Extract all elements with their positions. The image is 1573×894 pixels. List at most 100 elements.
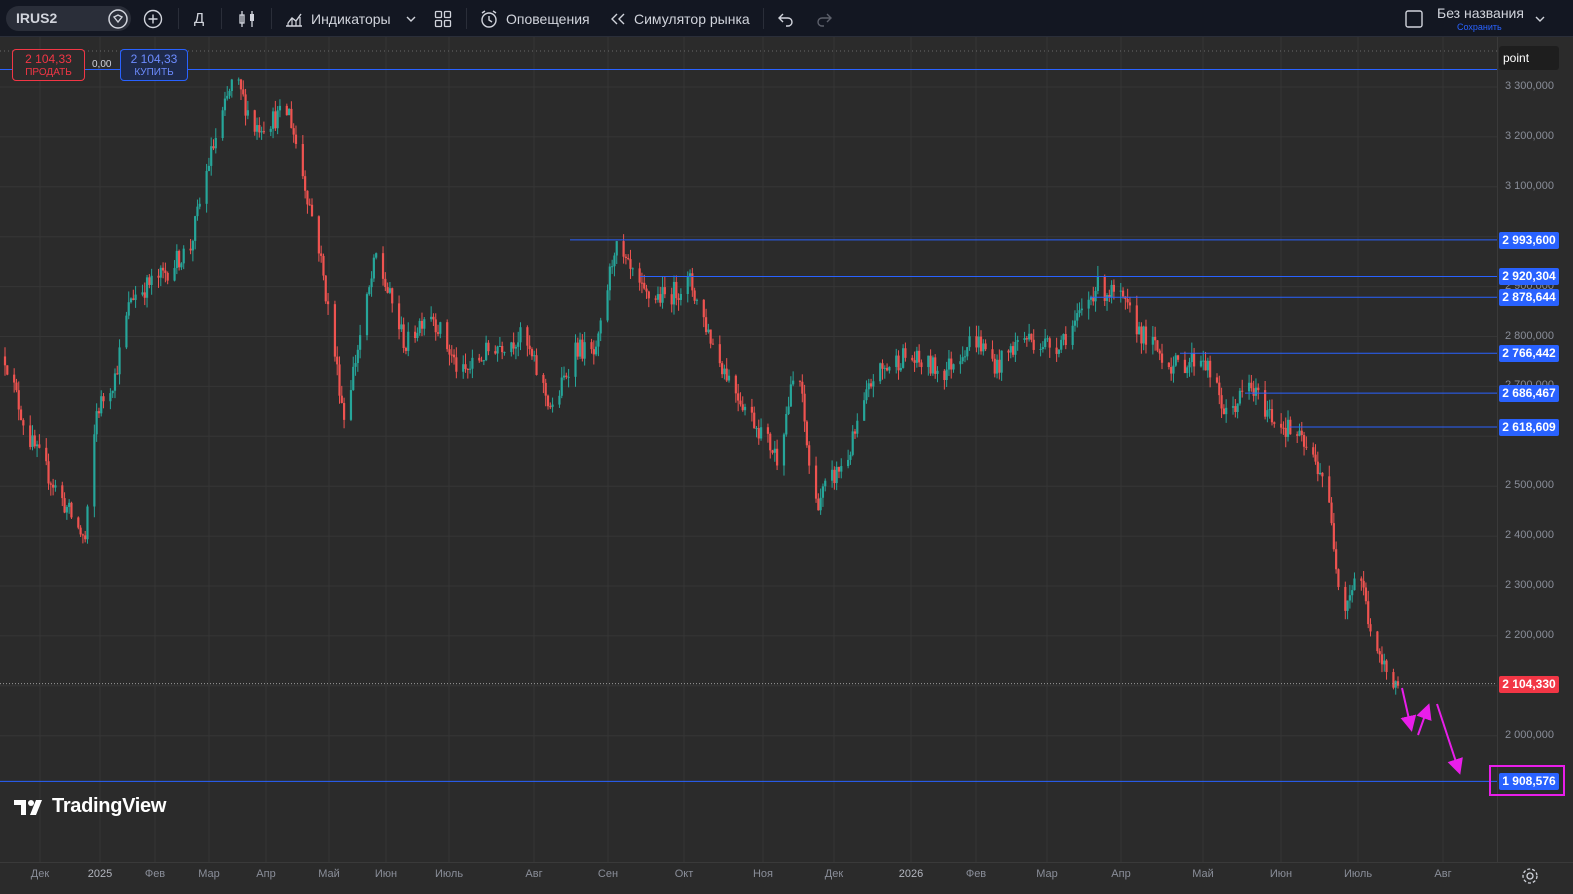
- candle-body: [943, 370, 946, 381]
- candle-body: [255, 125, 259, 132]
- candle-body: [913, 360, 916, 363]
- undo-icon[interactable]: [777, 0, 795, 37]
- scale-unit-field[interactable]: point: [1499, 46, 1559, 70]
- horizontal-level-label[interactable]: 2 920,304: [1499, 268, 1559, 286]
- chart-pane[interactable]: [0, 37, 1497, 862]
- replay-button[interactable]: Симулятор рынка: [609, 0, 750, 37]
- candle-body: [150, 275, 153, 285]
- indicators-button[interactable]: Индикаторы: [284, 0, 391, 37]
- sell-label[interactable]: ПРОДАТЬ: [13, 66, 84, 80]
- current-price-label[interactable]: 2 104,330: [1499, 675, 1559, 693]
- candle-body: [968, 336, 971, 348]
- compare-add-icon[interactable]: [143, 0, 163, 37]
- candle-body: [961, 357, 964, 362]
- candle-body: [785, 413, 788, 435]
- candle-body: [998, 359, 1001, 373]
- candle-body: [1206, 360, 1209, 371]
- buy-price[interactable]: 2 104,33: [121, 52, 187, 66]
- layout-name-button[interactable]: Без названия Сохранить: [1437, 5, 1532, 33]
- candle-body: [1367, 601, 1370, 625]
- candle-body: [1392, 672, 1395, 688]
- candle-body: [182, 248, 185, 264]
- candle-body: [356, 349, 359, 364]
- candle-body: [1346, 600, 1349, 611]
- candle-body: [81, 534, 84, 536]
- sell-button[interactable]: 2 104,33 ПРОДАТЬ: [12, 49, 85, 81]
- candle-body: [1252, 388, 1255, 396]
- interval-button[interactable]: Д: [194, 0, 204, 37]
- candle-body: [349, 390, 353, 420]
- symbol-name[interactable]: IRUS2: [16, 10, 57, 26]
- candle-body: [1238, 390, 1242, 404]
- buy-label[interactable]: КУПИТЬ: [121, 66, 187, 80]
- candle-body: [899, 367, 902, 371]
- candle-body: [1360, 578, 1363, 581]
- candle-body: [402, 324, 405, 349]
- candle-body: [294, 134, 298, 145]
- redo-icon[interactable]: [815, 0, 833, 37]
- horizontal-level-label[interactable]: 2 686,467: [1499, 385, 1559, 403]
- candle-body: [1247, 382, 1251, 392]
- tradingview-watermark[interactable]: TradingView: [14, 795, 166, 818]
- candle-body: [372, 257, 375, 279]
- candle-body: [478, 357, 481, 361]
- layout-name[interactable]: Без названия: [1437, 5, 1532, 21]
- candle-body: [45, 447, 48, 462]
- candle-body: [132, 298, 135, 300]
- scale-unit-label[interactable]: point: [1503, 51, 1529, 65]
- candle-body: [517, 342, 520, 347]
- candle-body: [1337, 569, 1340, 587]
- candle-body: [317, 216, 320, 254]
- forecast-arrow[interactable]: [1436, 703, 1463, 775]
- candle-body: [322, 255, 325, 276]
- forecast-arrow[interactable]: [1416, 703, 1432, 736]
- candle-body: [979, 336, 983, 352]
- candle-body: [771, 450, 774, 453]
- time-axis[interactable]: [0, 862, 1573, 894]
- candle-body: [3, 356, 7, 366]
- forecast-arrow[interactable]: [1400, 687, 1417, 732]
- replay-label[interactable]: Симулятор рынка: [634, 11, 750, 27]
- candle-body: [145, 277, 149, 298]
- symbol-badge-icon[interactable]: [108, 9, 128, 34]
- settings-gear-icon[interactable]: [1521, 867, 1539, 890]
- horizontal-level-label[interactable]: 2 993,600: [1499, 231, 1559, 249]
- candle-body: [354, 363, 357, 367]
- candle-body: [1362, 580, 1365, 588]
- layout-checkbox-icon[interactable]: [1404, 0, 1424, 37]
- templates-grid-icon[interactable]: [433, 0, 453, 37]
- candlestick-chart[interactable]: [0, 37, 1497, 862]
- candle-body: [819, 497, 822, 511]
- horizontal-level-label[interactable]: 2 878,644: [1499, 289, 1559, 307]
- alerts-button[interactable]: Оповещения: [479, 0, 590, 37]
- candle-body: [530, 349, 534, 357]
- candle-body: [320, 253, 323, 256]
- candle-body: [691, 273, 694, 291]
- candle-body: [97, 411, 101, 414]
- horizontal-level-label[interactable]: 2 766,442: [1499, 345, 1559, 363]
- indicators-dropdown-chevron-down-icon[interactable]: [405, 0, 417, 37]
- candle-body: [734, 375, 737, 394]
- interval-label[interactable]: Д: [194, 10, 204, 27]
- alerts-label[interactable]: Оповещения: [506, 11, 590, 27]
- candle-body: [1032, 339, 1035, 350]
- candle-body: [1096, 276, 1099, 291]
- indicators-label[interactable]: Индикаторы: [311, 11, 391, 27]
- candle-body: [462, 364, 465, 372]
- candle-body: [702, 299, 705, 318]
- sell-price[interactable]: 2 104,33: [13, 52, 84, 66]
- candle-body: [111, 390, 114, 394]
- layout-chevron-down-icon[interactable]: [1534, 0, 1546, 37]
- candle-body: [911, 357, 914, 361]
- layout-save-hint[interactable]: Сохранить: [1457, 22, 1532, 32]
- buy-button[interactable]: 2 104,33 КУПИТЬ: [120, 49, 188, 81]
- candle-body: [542, 374, 545, 383]
- chart-type-icon[interactable]: [237, 0, 257, 37]
- candle-body: [638, 268, 641, 283]
- candle-body: [452, 354, 456, 358]
- symbol-search[interactable]: IRUS2: [6, 6, 131, 31]
- candle-body: [920, 362, 923, 368]
- horizontal-level-label[interactable]: 2 618,609: [1499, 419, 1559, 436]
- candle-body: [1030, 333, 1033, 340]
- candle-body: [869, 383, 873, 387]
